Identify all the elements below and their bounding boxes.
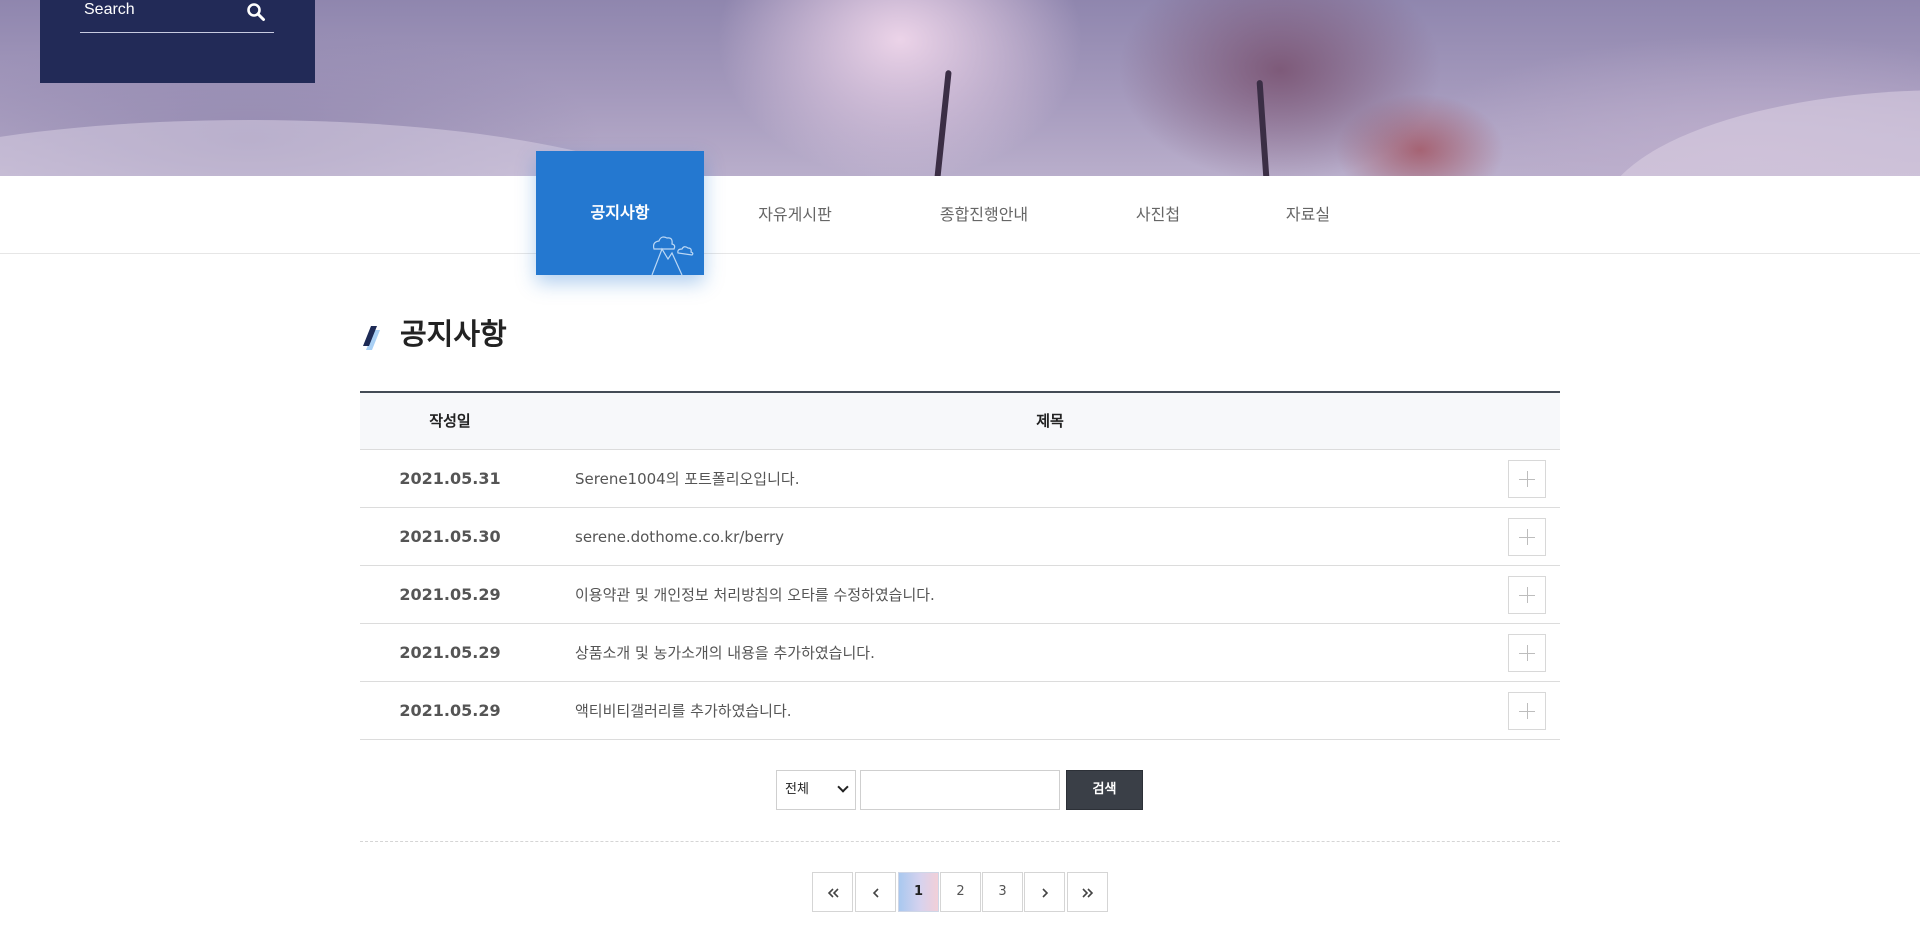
tab-free-board[interactable]: 자유게시판: [740, 176, 850, 254]
tab-photo-album[interactable]: 사진첩: [1120, 176, 1196, 254]
tab-label: 사진첩: [1135, 205, 1181, 224]
header-search-input[interactable]: Search: [80, 0, 274, 33]
table-header: 작성일 제목: [360, 393, 1560, 450]
header-search-placeholder: Search: [84, 1, 135, 18]
hero-tree-trunk: [934, 69, 952, 176]
mountain-cloud-icon: [651, 236, 694, 275]
row-title-link[interactable]: 상품소개 및 농가소개의 내용을 추가하였습니다.: [575, 624, 875, 682]
page-button-1[interactable]: 1: [898, 872, 939, 912]
tab-label: 자유게시판: [758, 205, 832, 224]
column-header-title: 제목: [1036, 412, 1064, 430]
prev-page-button[interactable]: [855, 872, 896, 912]
table-row: 2021.05.30 serene.dothome.co.kr/berry: [360, 508, 1560, 566]
board-search-input[interactable]: [860, 770, 1060, 810]
heading-slash-icon: [363, 326, 380, 350]
plus-icon[interactable]: [1508, 634, 1546, 672]
hero-hill: [1600, 90, 1920, 176]
row-date: 2021.05.31: [399, 469, 501, 488]
row-title-link[interactable]: Serene1004의 포트폴리오입니다.: [575, 450, 799, 508]
chevron-down-icon: [837, 781, 849, 793]
tab-notice[interactable]: 공지사항: [536, 151, 704, 275]
last-page-button[interactable]: [1067, 872, 1108, 912]
row-date: 2021.05.29: [399, 585, 501, 604]
row-date: 2021.05.29: [399, 701, 501, 720]
search-icon[interactable]: [246, 2, 266, 22]
search-button[interactable]: 검색: [1066, 770, 1143, 810]
divider: [360, 841, 1560, 842]
table-row: 2021.05.29 이용약관 및 개인정보 처리방침의 오타를 수정하였습니다…: [360, 566, 1560, 624]
chevron-right-icon: [1042, 888, 1049, 898]
search-scope-select[interactable]: 전체: [776, 770, 856, 810]
row-title-link[interactable]: 액티비티갤러리를 추가하였습니다.: [575, 682, 792, 740]
next-page-button[interactable]: [1024, 872, 1065, 912]
row-title-link[interactable]: 이용약관 및 개인정보 처리방침의 오타를 수정하였습니다.: [575, 566, 935, 624]
header-search-panel: Search: [40, 0, 315, 83]
page-button-2[interactable]: 2: [940, 872, 981, 912]
column-header-date: 작성일: [429, 412, 471, 430]
page-title: 공지사항: [400, 317, 507, 351]
search-scope-value: 전체: [785, 782, 809, 797]
plus-icon[interactable]: [1508, 576, 1546, 614]
tab-label: 공지사항: [590, 203, 650, 222]
row-title-link[interactable]: serene.dothome.co.kr/berry: [575, 508, 784, 566]
tab-label: 종합진행안내: [939, 205, 1029, 224]
row-date: 2021.05.29: [399, 643, 501, 662]
double-chevron-right-icon: [1082, 888, 1094, 898]
hero-tree-trunk: [1256, 79, 1270, 176]
plus-icon[interactable]: [1508, 518, 1546, 556]
tab-program-guide[interactable]: 종합진행안내: [925, 176, 1043, 254]
plus-icon[interactable]: [1508, 692, 1546, 730]
table-row: 2021.05.31 Serene1004의 포트폴리오입니다.: [360, 450, 1560, 508]
tab-label: 자료실: [1285, 205, 1331, 224]
notice-table: 작성일 제목 2021.05.31 Serene1004의 포트폴리오입니다. …: [360, 391, 1560, 740]
table-row: 2021.05.29 액티비티갤러리를 추가하였습니다.: [360, 682, 1560, 740]
plus-icon[interactable]: [1508, 460, 1546, 498]
double-chevron-left-icon: [827, 888, 839, 898]
page-button-3[interactable]: 3: [982, 872, 1023, 912]
row-date: 2021.05.30: [399, 527, 501, 546]
table-row: 2021.05.29 상품소개 및 농가소개의 내용을 추가하였습니다.: [360, 624, 1560, 682]
first-page-button[interactable]: [812, 872, 853, 912]
chevron-left-icon: [872, 888, 879, 898]
tab-archive[interactable]: 자료실: [1272, 176, 1344, 254]
